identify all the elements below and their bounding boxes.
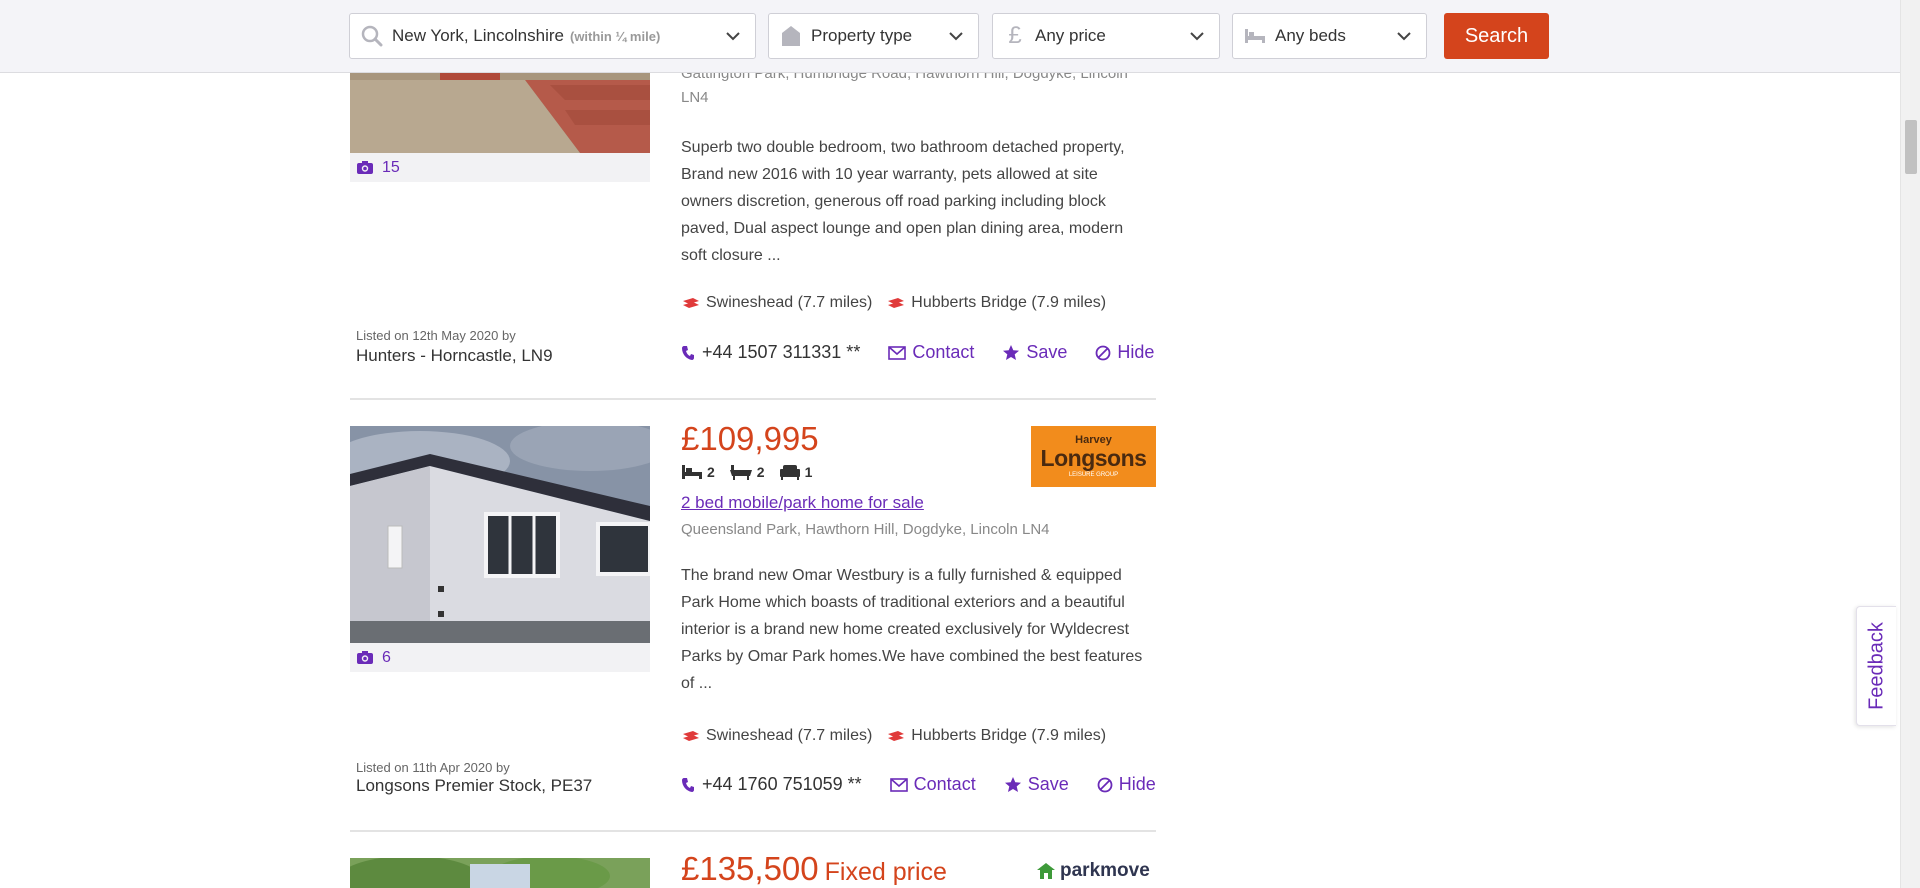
sofa-icon <box>779 465 800 480</box>
agent-logo[interactable]: parkmove <box>1036 860 1150 882</box>
photo-count[interactable]: 15 <box>350 153 650 182</box>
phone-icon <box>682 345 694 360</box>
beds-select[interactable]: Any beds <box>1232 13 1427 59</box>
listing-description: Superb two double bedroom, two bathroom … <box>681 139 1125 264</box>
receptions-spec: 1 <box>779 464 812 480</box>
camera-icon <box>357 651 373 664</box>
phone-link[interactable]: +44 1507 311331 ** <box>681 342 860 363</box>
listing-title-link[interactable]: 2 bed mobile/park home for sale <box>681 493 924 513</box>
search-button[interactable]: Search <box>1444 13 1549 59</box>
listing-card: 6 £109,995 2 2 1 2 bed mobile/park home … <box>350 420 1156 840</box>
hide-button[interactable]: Hide <box>1095 342 1154 363</box>
agent-name[interactable]: Hunters - Horncastle, LN9 <box>356 346 553 366</box>
camera-icon <box>357 161 373 174</box>
station-item: Hubberts Bridge (7.9 miles) <box>886 727 1106 745</box>
hide-button[interactable]: Hide <box>1097 774 1156 795</box>
baths-spec: 2 <box>729 464 765 480</box>
station-item: Hubberts Bridge (7.9 miles) <box>886 294 1106 312</box>
hide-icon <box>1097 777 1113 792</box>
listed-on-text: Listed on 12th May 2020 by <box>356 328 516 343</box>
bath-icon <box>729 465 752 480</box>
property-type-value: Property type <box>811 26 913 45</box>
agent-name[interactable]: Longsons Premier Stock, PE37 <box>356 776 592 796</box>
phone-link[interactable]: +44 1760 751059 ** <box>681 774 862 795</box>
price-select[interactable]: £ Any price <box>992 13 1220 59</box>
house-icon <box>1037 863 1055 879</box>
rail-icon <box>683 731 699 741</box>
listing-photo[interactable] <box>350 426 650 643</box>
scrollbar[interactable] <box>1900 0 1920 888</box>
listed-on-text: Listed on 11th Apr 2020 by <box>356 760 510 775</box>
feedback-tab[interactable]: Feedback <box>1856 606 1896 726</box>
listing-specs: 2 2 1 <box>681 464 812 480</box>
contact-button[interactable]: Contact <box>889 774 976 795</box>
chevron-down-icon <box>725 28 741 49</box>
nearby-stations: Swineshead (7.7 miles) Hubberts Bridge (… <box>681 727 1106 745</box>
photo-count-value: 15 <box>382 158 400 176</box>
location-field[interactable]: New York, Lincolnshire (within ¼ mile) <box>349 13 756 59</box>
rail-icon <box>683 298 699 308</box>
station-item: Swineshead (7.7 miles) <box>681 294 872 312</box>
chevron-down-icon <box>1396 28 1412 49</box>
beds-spec: 2 <box>681 464 715 480</box>
search-icon <box>360 24 384 48</box>
rail-icon <box>888 298 905 308</box>
envelope-icon <box>888 345 907 360</box>
photo-count[interactable]: 6 <box>350 643 650 672</box>
envelope-icon <box>889 777 908 792</box>
house-icon <box>779 24 803 48</box>
star-icon <box>1003 345 1020 360</box>
beds-value: Any beds <box>1275 26 1346 45</box>
search-bar: New York, Lincolnshire (within ¼ mile) P… <box>0 0 1900 73</box>
pound-icon: £ <box>1008 22 1022 49</box>
phone-icon <box>682 777 694 792</box>
nearby-stations: Swineshead (7.7 miles) Hubberts Bridge (… <box>681 294 1106 312</box>
location-radius-hint: (within ¼ mile) <box>569 28 661 44</box>
price-value: Any price <box>1035 26 1106 45</box>
location-value: New York, Lincolnshire <box>392 26 564 45</box>
bed-icon <box>682 465 702 479</box>
contact-button[interactable]: Contact <box>888 342 974 363</box>
listing-description: The brand new Omar Westbury is a fully f… <box>681 567 1143 692</box>
chevron-down-icon <box>948 28 964 49</box>
listing-actions: +44 1507 311331 ** Contact Save Hide <box>681 342 1154 363</box>
price-qualifier: Fixed price <box>824 858 947 886</box>
listing-address: Queensland Park, Hawthorn Hill, Dogdyke,… <box>681 521 1050 538</box>
hide-icon <box>1096 345 1111 360</box>
feedback-label: Feedback <box>1865 622 1887 710</box>
listing-actions: +44 1760 751059 ** Contact Save Hide <box>681 774 1156 795</box>
rail-icon <box>888 731 905 741</box>
photo-count-value: 6 <box>382 648 391 666</box>
agent-logo[interactable]: Harvey Longsons LEISURE GROUP <box>1031 426 1156 487</box>
star-icon <box>1004 777 1021 792</box>
property-type-select[interactable]: Property type <box>768 13 979 59</box>
listing-card: £135,500 Fixed price parkmove <box>350 850 1156 888</box>
listing-price: £109,995 <box>681 420 819 457</box>
save-button[interactable]: Save <box>1002 342 1067 363</box>
listing-photo[interactable] <box>350 858 650 888</box>
chevron-down-icon <box>1189 28 1205 49</box>
listing-price: £135,500 Fixed price <box>681 850 947 887</box>
scrollbar-thumb[interactable] <box>1905 120 1917 174</box>
station-item: Swineshead (7.7 miles) <box>681 727 872 745</box>
listing-divider <box>350 398 1156 400</box>
save-button[interactable]: Save <box>1004 774 1069 795</box>
bed-icon <box>1243 24 1267 48</box>
listing-divider <box>350 830 1156 832</box>
